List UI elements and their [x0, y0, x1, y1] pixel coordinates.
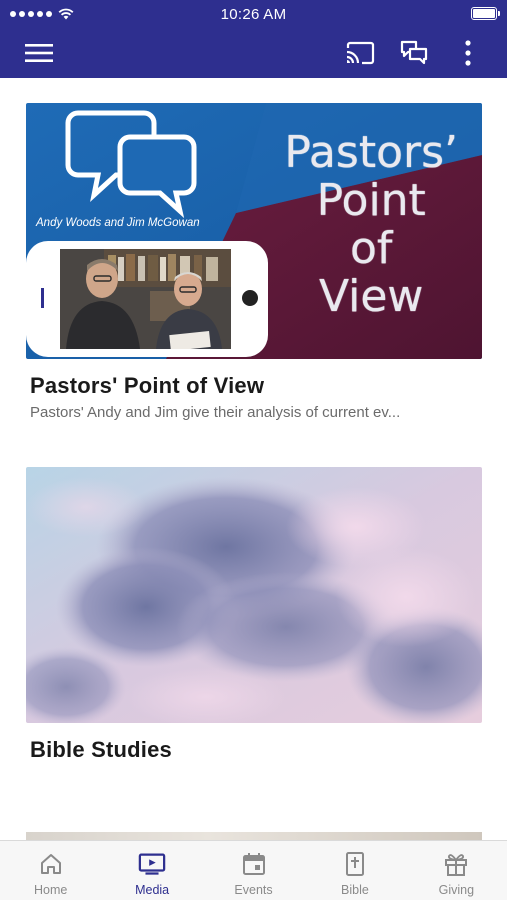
status-time: 10:26 AM — [220, 6, 287, 23]
messages-button[interactable] — [397, 36, 431, 70]
pastors-photo — [60, 249, 231, 349]
bottom-tab-bar: Home Media Events Bible Giving — [0, 840, 507, 900]
tab-label: Events — [234, 883, 273, 897]
cast-button[interactable] — [343, 36, 377, 70]
tab-label: Giving — [438, 883, 475, 897]
media-list: Andy Woods and Jim McGowan Pastors’ Poin… — [0, 78, 507, 840]
home-icon — [37, 850, 65, 878]
media-card-pastors-point-of-view[interactable]: Andy Woods and Jim McGowan Pastors’ Poin… — [26, 103, 482, 421]
tab-home[interactable]: Home — [0, 841, 101, 900]
menu-icon — [25, 44, 53, 62]
tab-label: Media — [135, 883, 170, 897]
card-thumbnail[interactable] — [26, 467, 482, 723]
tab-events[interactable]: Events — [203, 841, 304, 900]
media-card-partial[interactable] — [26, 832, 482, 840]
tab-bible[interactable]: Bible — [304, 841, 405, 900]
sky-image — [26, 467, 482, 723]
card-title[interactable]: Bible Studies — [26, 737, 482, 763]
gift-icon — [442, 850, 470, 878]
tv-play-icon — [138, 850, 166, 878]
calendar-icon — [240, 850, 268, 878]
cast-icon — [346, 41, 375, 65]
more-options-button[interactable] — [451, 36, 485, 70]
phone-frame-graphic — [26, 241, 268, 357]
battery-icon — [471, 7, 500, 20]
card-title[interactable]: Pastors' Point of View — [26, 373, 482, 399]
banner-title-line: View — [318, 271, 424, 322]
tab-media[interactable]: Media — [101, 841, 202, 900]
banner-title-line: Pastors’ — [284, 127, 458, 178]
card-subtitle: Pastors' Andy and Jim give their analysi… — [30, 404, 401, 421]
card-thumbnail[interactable]: Andy Woods and Jim McGowan Pastors’ Poin… — [26, 103, 482, 359]
banner-title-line: Point — [316, 175, 426, 226]
banner-title-line: of — [349, 223, 393, 274]
more-vertical-icon — [465, 40, 471, 66]
status-bar: 10:26 AM — [0, 0, 507, 28]
bible-icon — [341, 850, 369, 878]
banner-caption: Andy Woods and Jim McGowan — [36, 217, 200, 229]
tab-giving[interactable]: Giving — [406, 841, 507, 900]
app-bar — [0, 28, 507, 78]
tab-label: Home — [34, 883, 68, 897]
tab-label: Bible — [341, 883, 369, 897]
chat-icon — [400, 40, 428, 65]
media-card-bible-studies[interactable]: Bible Studies — [26, 467, 482, 763]
banner-title: Pastors’ Point of View — [284, 129, 458, 321]
menu-button[interactable] — [22, 36, 56, 70]
